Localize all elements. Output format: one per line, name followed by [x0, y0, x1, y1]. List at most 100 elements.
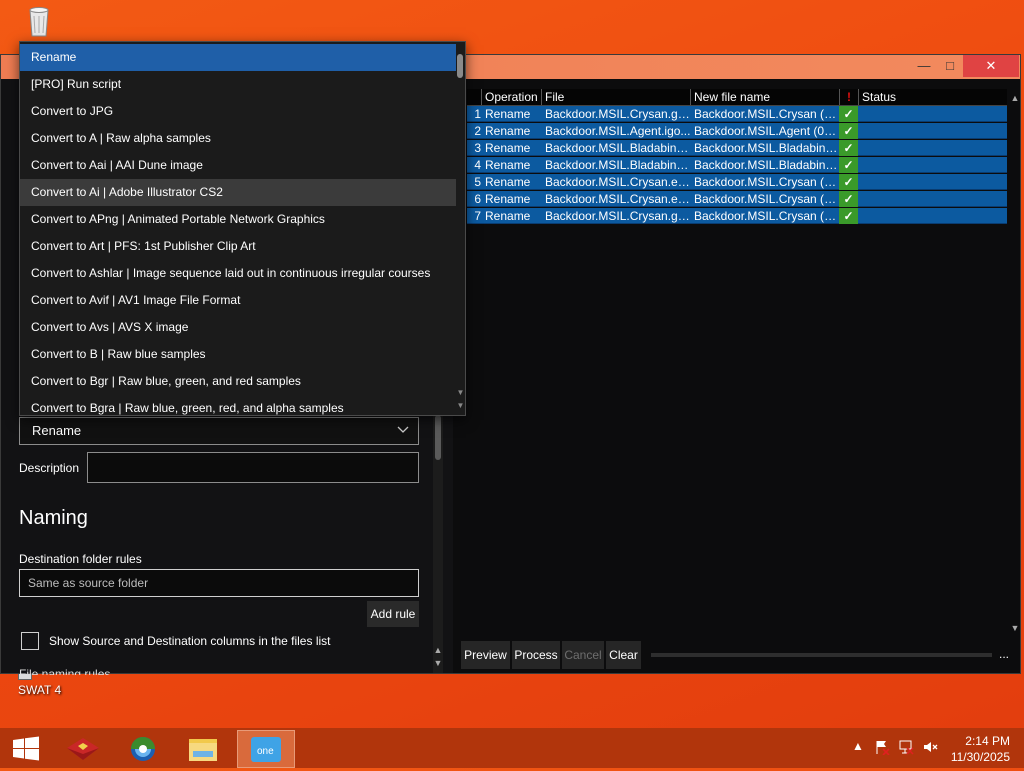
svg-text:one: one	[257, 746, 274, 757]
dropdown-scrollbar[interactable]	[456, 42, 465, 415]
cancel-button[interactable]: Cancel	[562, 641, 604, 669]
table-row[interactable]: 1 Rename Backdoor.MSIL.Crysan.gt... Backdoo…	[467, 106, 1007, 122]
row-file: Backdoor.MSIL.Crysan.gt...	[545, 107, 691, 121]
table-row[interactable]: 4 Rename Backdoor.MSIL.Bladabind... Backdoo…	[467, 157, 1007, 173]
dropdown-option[interactable]: Convert to APng | Animated Portable Netw…	[20, 206, 456, 233]
description-input[interactable]	[87, 452, 419, 483]
more-button[interactable]: ...	[999, 647, 1009, 661]
row-file: Backdoor.MSIL.Agent.igo...	[545, 124, 691, 138]
row-operation: Rename	[485, 141, 531, 155]
row-new-file-name: Backdoor.MSIL.Bladabind...	[694, 141, 840, 155]
table-row[interactable]: 3 Rename Backdoor.MSIL.Bladabind... Backdoo…	[467, 140, 1007, 156]
clear-button[interactable]: Clear	[606, 641, 641, 669]
progress-bar	[651, 653, 992, 657]
desktop-shortcut-label[interactable]: SWAT 4	[18, 683, 61, 697]
dropdown-option[interactable]: Rename	[20, 44, 456, 71]
scroll-up-icon[interactable]: ▲	[433, 645, 443, 655]
clock-date: 11/30/2025	[950, 750, 1010, 764]
dropdown-option[interactable]: Convert to Ai | Adobe Illustrator CS2	[20, 179, 456, 206]
row-operation: Rename	[485, 209, 531, 223]
close-button[interactable]: ✕	[963, 55, 1019, 77]
row-operation: Rename	[485, 158, 531, 172]
dropdown-option[interactable]: Convert to Avif | AV1 Image File Format	[20, 287, 456, 314]
row-operation: Rename	[485, 192, 531, 206]
check-icon: ✓	[839, 191, 858, 207]
row-number: 5	[474, 175, 481, 189]
destination-folder-label: Destination folder rules	[19, 552, 142, 566]
scroll-down-icon[interactable]: ▼	[456, 401, 465, 411]
row-file: Backdoor.MSIL.Crysan.ecy...	[545, 192, 691, 206]
dropdown-option[interactable]: Convert to Bgr | Raw blue, green, and re…	[20, 368, 456, 395]
description-label: Description	[19, 461, 80, 475]
check-icon: ✓	[839, 157, 858, 173]
app-box-icon[interactable]	[56, 730, 110, 768]
table-row[interactable]: 7 Rename Backdoor.MSIL.Crysan.gr... Backdoo…	[467, 208, 1007, 224]
row-number: 3	[474, 141, 481, 155]
dropdown-option[interactable]: Convert to A | Raw alpha samples	[20, 125, 456, 152]
dropdown-option[interactable]: [PRO] Run script	[20, 71, 456, 98]
show-columns-checkbox[interactable]	[21, 632, 39, 650]
row-number: 4	[474, 158, 481, 172]
chevron-down-icon[interactable]	[395, 421, 411, 437]
dropdown-option[interactable]: Convert to B | Raw blue samples	[20, 341, 456, 368]
show-columns-label: Show Source and Destination columns in t…	[49, 634, 331, 648]
settings-scroll-thumb[interactable]	[435, 415, 441, 460]
header-new-file-name[interactable]: New file name	[690, 89, 839, 105]
scroll-down-icon[interactable]: ▼	[456, 388, 465, 398]
check-icon: ✓	[839, 174, 858, 190]
recycle-bin-icon[interactable]	[20, 6, 58, 38]
action-center-flag-icon[interactable]	[874, 739, 890, 758]
scroll-down-icon[interactable]: ▼	[433, 658, 443, 668]
dropdown-scroll-thumb[interactable]	[457, 54, 463, 78]
row-file: Backdoor.MSIL.Crysan.gr...	[545, 209, 691, 223]
dropdown-option[interactable]: Convert to Ashlar | Image sequence laid …	[20, 260, 456, 287]
row-operation: Rename	[485, 124, 531, 138]
scroll-down-icon[interactable]: ▼	[1010, 623, 1020, 633]
row-new-file-name: Backdoor.MSIL.Bladabind...	[694, 158, 840, 172]
clock-time: 2:14 PM	[965, 734, 1010, 748]
scroll-up-icon[interactable]: ▲	[1010, 93, 1020, 103]
header-warning[interactable]: !	[839, 89, 858, 105]
row-new-file-name: Backdoor.MSIL.Agent (02)...	[694, 124, 840, 138]
table-row[interactable]: 2 Rename Backdoor.MSIL.Agent.igo... Backdoo…	[467, 123, 1007, 139]
preview-button[interactable]: Preview	[461, 641, 510, 669]
maximize-button[interactable]: □	[937, 55, 963, 77]
taskbar-clock[interactable]: 2:14 PM 11/30/2025	[950, 733, 1010, 765]
row-file: Backdoor.MSIL.Bladabind...	[545, 141, 691, 155]
dropdown-option[interactable]: Convert to Aai | AAI Dune image	[20, 152, 456, 179]
operation-dropdown-list[interactable]: Rename [PRO] Run script Convert to JPG Conv…	[19, 41, 466, 416]
dropdown-option[interactable]: Convert to Avs | AVS X image	[20, 314, 456, 341]
row-new-file-name: Backdoor.MSIL.Crysan (05...	[694, 175, 840, 189]
table-row[interactable]: 5 Rename Backdoor.MSIL.Crysan.ecy... Backdo…	[467, 174, 1007, 190]
process-button[interactable]: Process	[512, 641, 560, 669]
header-file[interactable]: File	[541, 89, 690, 105]
check-icon: ✓	[839, 208, 858, 224]
header-operation[interactable]: Operation	[481, 89, 541, 105]
dropdown-option[interactable]: Convert to Bgra | Raw blue, green, red, …	[20, 395, 456, 415]
onecommander-icon[interactable]: one	[237, 730, 295, 768]
dropdown-option[interactable]: Convert to Art | PFS: 1st Publisher Clip…	[20, 233, 456, 260]
files-scrollbar[interactable]	[1009, 89, 1020, 637]
add-rule-button[interactable]: Add rule	[367, 601, 419, 627]
volume-muted-icon[interactable]	[922, 739, 938, 758]
row-number: 1	[474, 107, 481, 121]
network-icon[interactable]	[898, 739, 914, 758]
dropdown-option[interactable]: Convert to JPG	[20, 98, 456, 125]
header-status[interactable]: Status	[858, 89, 1007, 105]
naming-heading: Naming	[19, 507, 88, 529]
operation-select[interactable]: Rename	[19, 417, 419, 445]
table-row[interactable]: 6 Rename Backdoor.MSIL.Crysan.ecy... Backdo…	[467, 191, 1007, 207]
check-icon: ✓	[839, 123, 858, 139]
row-new-file-name: Backdoor.MSIL.Crysan (07...	[694, 209, 840, 223]
destination-folder-input[interactable]: Same as source folder	[19, 569, 419, 597]
start-icon[interactable]	[0, 730, 54, 768]
show-hidden-icons-icon[interactable]: ▲	[852, 739, 864, 753]
file-explorer-icon[interactable]	[176, 730, 230, 768]
row-new-file-name: Backdoor.MSIL.Crysan (01...	[694, 107, 840, 121]
browser-icon[interactable]	[116, 730, 170, 768]
check-icon: ✓	[839, 106, 858, 122]
minimize-button[interactable]: —	[911, 55, 937, 77]
row-operation: Rename	[485, 175, 531, 189]
row-number: 7	[474, 209, 481, 223]
row-operation: Rename	[485, 107, 531, 121]
